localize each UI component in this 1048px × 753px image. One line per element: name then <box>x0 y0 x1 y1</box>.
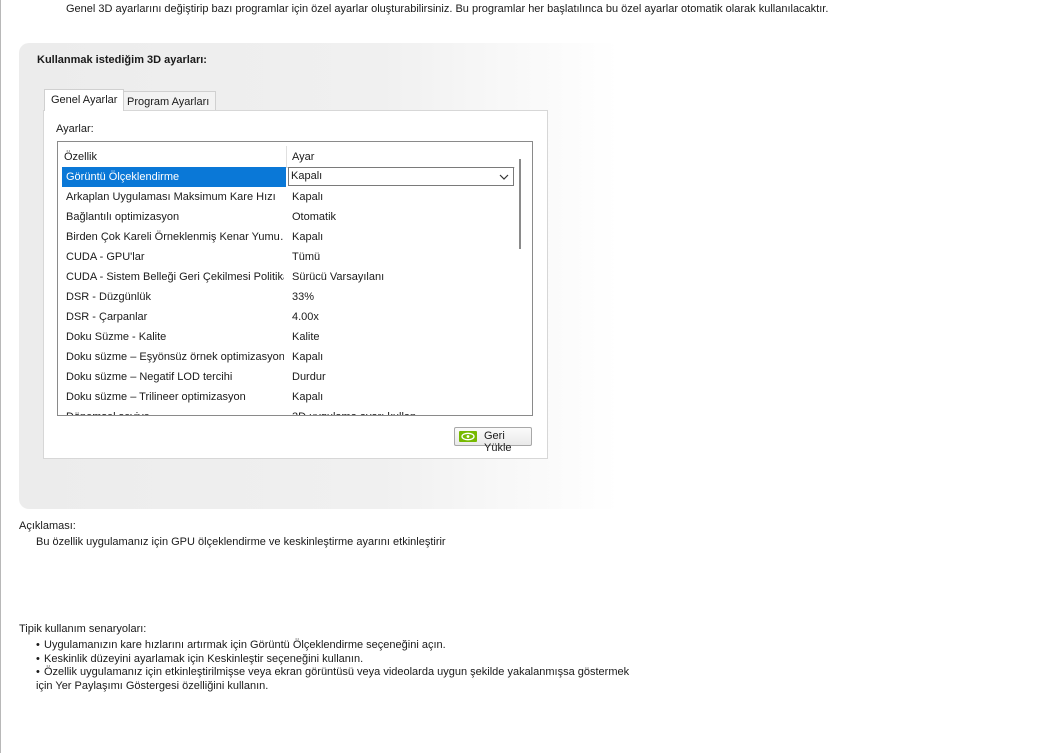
table-row[interactable]: Arkaplan Uygulaması Maksimum Kare Hızı K… <box>62 187 515 207</box>
table-row[interactable]: Doku Süzme - Kalite Kalite <box>62 327 515 347</box>
row-value: Kapalı <box>292 351 324 363</box>
row-feature: Doku Süzme - Kalite <box>66 331 167 343</box>
usage-list: • Uygulamanızın kare hızlarını artırmak i… <box>36 639 629 693</box>
table-row[interactable]: Doku süzme – Trilineer optimizasyon Kapa… <box>62 387 515 407</box>
nvidia-logo-icon <box>459 431 477 442</box>
table-row[interactable]: CUDA - Sistem Belleği Geri Çekilmesi Pol… <box>62 267 515 287</box>
chevron-down-icon <box>499 174 509 180</box>
row-feature: Görüntü Ölçeklendirme <box>62 167 286 187</box>
tab-program-settings[interactable]: Program Ayarları <box>120 91 217 111</box>
row-value: Kapalı <box>292 231 324 243</box>
grid-header: Özellik Ayar <box>62 146 515 168</box>
row-value: 4.00x <box>292 311 319 323</box>
row-value: 33% <box>292 291 315 303</box>
row-feature: Doku süzme – Trilineer optimizasyon <box>66 391 246 403</box>
table-row[interactable]: Doku süzme – Eşyönsüz örnek optimizasyon… <box>62 347 515 367</box>
table-row[interactable]: DSR - Çarpanlar 4.00x <box>62 307 515 327</box>
column-header-setting[interactable]: Ayar <box>292 151 314 163</box>
setting-dropdown[interactable]: Kapalı <box>288 167 514 186</box>
row-value: Durdur <box>292 371 326 383</box>
vertical-scrollbar[interactable] <box>519 159 524 415</box>
list-item: • Uygulamanızın kare hızlarını artırmak i… <box>36 639 446 651</box>
table-row[interactable]: CUDA - GPU'lar Tümü <box>62 247 515 267</box>
column-header-feature[interactable]: Özellik <box>64 151 97 163</box>
row-value: Sürücü Varsayılanı <box>292 271 385 283</box>
table-row[interactable]: Bağlantılı optimizasyon Otomatik <box>62 207 515 227</box>
window-left-border <box>0 0 1 753</box>
grid-rows: Görüntü Ölçeklendirme Kapalı Arkaplan Uy… <box>62 167 515 415</box>
table-row[interactable]: Doku süzme – Negatif LOD tercihi Durdur <box>62 367 515 387</box>
usage-title: Tipik kullanım senaryoları: <box>19 623 147 635</box>
list-item-continuation: için Yer Paylaşımı Göstergesi özelliğini… <box>36 679 269 692</box>
row-feature: Arkaplan Uygulaması Maksimum Kare Hızı <box>66 191 276 203</box>
row-feature: CUDA - Sistem Belleği Geri Çekilmesi Pol… <box>66 271 284 283</box>
bullet: • <box>36 639 40 651</box>
row-value: Otomatik <box>292 211 337 223</box>
row-feature: CUDA - GPU'lar <box>66 251 145 263</box>
row-feature: DSR - Çarpanlar <box>66 311 148 323</box>
row-feature: Bağlantılı optimizasyon <box>66 211 180 223</box>
tab-content: Ayarlar: Özellik Ayar Görüntü Ölçeklendi… <box>43 110 548 459</box>
row-value: Kapalı <box>292 391 324 403</box>
description-title: Açıklaması: <box>19 520 76 532</box>
row-value: 3D uygulama ayarı kullan… <box>292 407 427 415</box>
dropdown-value: Kapalı <box>291 170 323 182</box>
panel-title: Kullanmak istediğim 3D ayarları: <box>37 54 207 66</box>
3d-settings-panel: Kullanmak istediğim 3D ayarları: Genel A… <box>19 43 619 509</box>
settings-label: Ayarlar: <box>56 123 94 135</box>
row-feature: Dönemsel seviye… <box>66 407 284 415</box>
list-item: • Özellik uygulamanız için etkinleştirilm… <box>36 666 630 678</box>
row-feature: Doku süzme – Negatif LOD tercihi <box>66 371 233 383</box>
bullet: • <box>36 666 40 678</box>
row-feature: DSR - Düzgünlük <box>66 291 151 303</box>
settings-grid: Özellik Ayar Görüntü Ölçeklendirme Kapal… <box>57 141 533 416</box>
row-value: Kalite <box>292 331 320 343</box>
table-row[interactable]: DSR - Düzgünlük 33% <box>62 287 515 307</box>
table-row[interactable]: Görüntü Ölçeklendirme Kapalı <box>62 167 515 187</box>
restore-button[interactable]: Geri Yükle <box>454 427 532 454</box>
table-row[interactable]: Birden Çok Kareli Örneklenmiş Kenar Yumu… <box>62 227 515 247</box>
row-feature: Doku süzme – Eşyönsüz örnek optimizasyon… <box>66 351 284 363</box>
restore-button-label: Geri Yükle <box>484 430 512 454</box>
tab-general-settings[interactable]: Genel Ayarlar <box>44 89 125 111</box>
row-value: Kapalı <box>292 191 324 203</box>
scrollbar-thumb[interactable] <box>519 159 521 249</box>
column-separator[interactable] <box>286 146 287 167</box>
row-value: Tümü <box>292 251 321 263</box>
table-row[interactable]: Dönemsel seviye… 3D uygulama ayarı kulla… <box>62 407 515 415</box>
list-item: • Keskinlik düzeyini ayarlamak için Keski… <box>36 652 364 665</box>
row-feature: Birden Çok Kareli Örneklenmiş Kenar Yumu… <box>66 231 284 243</box>
bullet: • <box>36 652 40 665</box>
description-text: Bu özellik uygulamanız için GPU ölçeklen… <box>36 536 446 548</box>
intro-text: Genel 3D ayarlarını değiştirip bazı prog… <box>66 3 829 15</box>
